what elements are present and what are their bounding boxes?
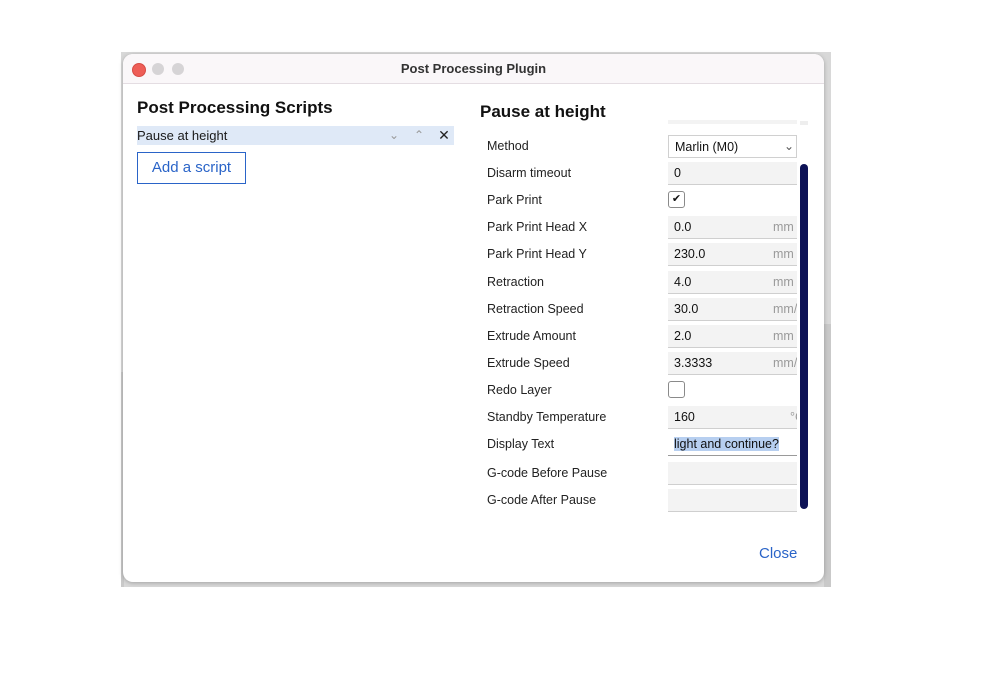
setting-row-retraction-speed: Retraction Speed 30.0 mm/s xyxy=(480,296,810,323)
setting-row-method: Method Marlin (M0) ⌄ xyxy=(480,133,810,160)
move-down-icon[interactable]: ⌄ xyxy=(386,126,402,145)
setting-row-gcode-after: G-code After Pause xyxy=(480,487,810,514)
disarm-timeout-input[interactable]: 0 xyxy=(668,162,797,185)
setting-row-park-print: Park Print ✔ xyxy=(480,187,810,214)
setting-label: Park Print Head Y xyxy=(487,247,587,261)
setting-row-extrude-speed: Extrude Speed 3.3333 mm/s xyxy=(480,350,810,377)
settings-panel: Method Marlin (M0) ⌄ Disarm timeout 0 Pa… xyxy=(480,120,810,515)
field-value: 0 xyxy=(674,166,681,180)
gcode-before-pause-input[interactable] xyxy=(668,462,797,485)
close-button[interactable]: Close xyxy=(759,545,797,562)
setting-label: Park Print xyxy=(487,193,542,207)
field-unit: mm xyxy=(773,329,794,343)
window-title: Post Processing Plugin xyxy=(400,61,547,76)
setting-row-standby-temperature: Standby Temperature 160 °C xyxy=(480,404,810,431)
background-edge-right xyxy=(824,324,831,587)
display-text-input[interactable]: light and continue? xyxy=(668,433,797,456)
remove-script-icon[interactable]: ✕ xyxy=(436,126,452,145)
field-unit: mm/s xyxy=(773,356,797,370)
move-up-icon[interactable]: ⌃ xyxy=(411,126,427,145)
script-label: Pause at height xyxy=(137,128,228,143)
setting-row-disarm-timeout: Disarm timeout 0 xyxy=(480,160,810,187)
setting-row-gcode-before: G-code Before Pause xyxy=(480,460,810,487)
field-unit: mm xyxy=(773,247,794,261)
setting-label: Extrude Amount xyxy=(487,329,576,343)
setting-row-redo-layer: Redo Layer xyxy=(480,377,810,404)
setting-label: Retraction xyxy=(487,275,544,289)
extrude-speed-input[interactable]: 3.3333 mm/s xyxy=(668,352,797,375)
setting-label: Extrude Speed xyxy=(487,356,570,370)
field-unit: mm xyxy=(773,220,794,234)
setting-label: Park Print Head X xyxy=(487,220,588,234)
retraction-input[interactable]: 4.0 mm xyxy=(668,271,797,294)
setting-label: Display Text xyxy=(487,437,555,451)
method-value: Marlin (M0) xyxy=(675,140,739,154)
setting-row-retraction: Retraction 4.0 mm xyxy=(480,269,810,296)
add-script-button[interactable]: Add a script xyxy=(137,152,246,184)
settings-scrollbar[interactable] xyxy=(800,164,808,509)
park-print-checkbox[interactable]: ✔ xyxy=(668,191,685,208)
field-value: 160 xyxy=(674,410,695,424)
field-value: 30.0 xyxy=(674,302,699,316)
field-unit: mm xyxy=(773,275,794,289)
setting-label: G-code After Pause xyxy=(487,493,597,507)
setting-label: Method xyxy=(487,139,529,153)
standby-temperature-input[interactable]: 160 °C xyxy=(668,406,797,429)
scrollbar-track xyxy=(800,121,808,125)
field-value: 3.3333 xyxy=(674,356,713,370)
setting-label: Retraction Speed xyxy=(487,302,584,316)
field-value: 2.0 xyxy=(674,329,692,343)
partial-field-above xyxy=(668,120,797,124)
setting-row-park-y: Park Print Head Y 230.0 mm xyxy=(480,241,810,268)
extrude-amount-input[interactable]: 2.0 mm xyxy=(668,325,797,348)
setting-label: Redo Layer xyxy=(487,383,552,397)
setting-row-display-text: Display Text light and continue? xyxy=(480,431,810,458)
setting-label: Standby Temperature xyxy=(487,410,607,424)
setting-row-park-x: Park Print Head X 0.0 mm xyxy=(480,214,810,241)
chevron-down-icon: ⌄ xyxy=(783,139,794,153)
scripts-heading: Post Processing Scripts xyxy=(137,98,333,117)
post-processing-dialog: Post Processing Plugin Post Processing S… xyxy=(123,54,824,582)
method-select[interactable]: Marlin (M0) ⌄ xyxy=(668,135,797,158)
setting-label: G-code Before Pause xyxy=(487,466,608,480)
script-settings-heading: Pause at height xyxy=(480,102,606,121)
field-value: light and continue? xyxy=(674,437,779,451)
setting-row-extrude-amount: Extrude Amount 2.0 mm xyxy=(480,323,810,350)
field-unit: mm/s xyxy=(773,302,797,316)
redo-layer-checkbox[interactable] xyxy=(668,381,685,398)
script-list-item[interactable]: Pause at height ⌄ ⌃ ✕ xyxy=(137,126,454,145)
titlebar: Post Processing Plugin xyxy=(123,54,824,84)
field-value: 230.0 xyxy=(674,247,706,261)
retraction-speed-input[interactable]: 30.0 mm/s xyxy=(668,298,797,321)
park-head-y-input[interactable]: 230.0 mm xyxy=(668,243,797,266)
gcode-after-pause-input[interactable] xyxy=(668,489,797,512)
setting-label: Disarm timeout xyxy=(487,166,572,180)
field-value: 4.0 xyxy=(674,275,692,289)
park-head-x-input[interactable]: 0.0 mm xyxy=(668,216,797,239)
field-unit: °C xyxy=(790,410,797,424)
field-value: 0.0 xyxy=(674,220,692,234)
